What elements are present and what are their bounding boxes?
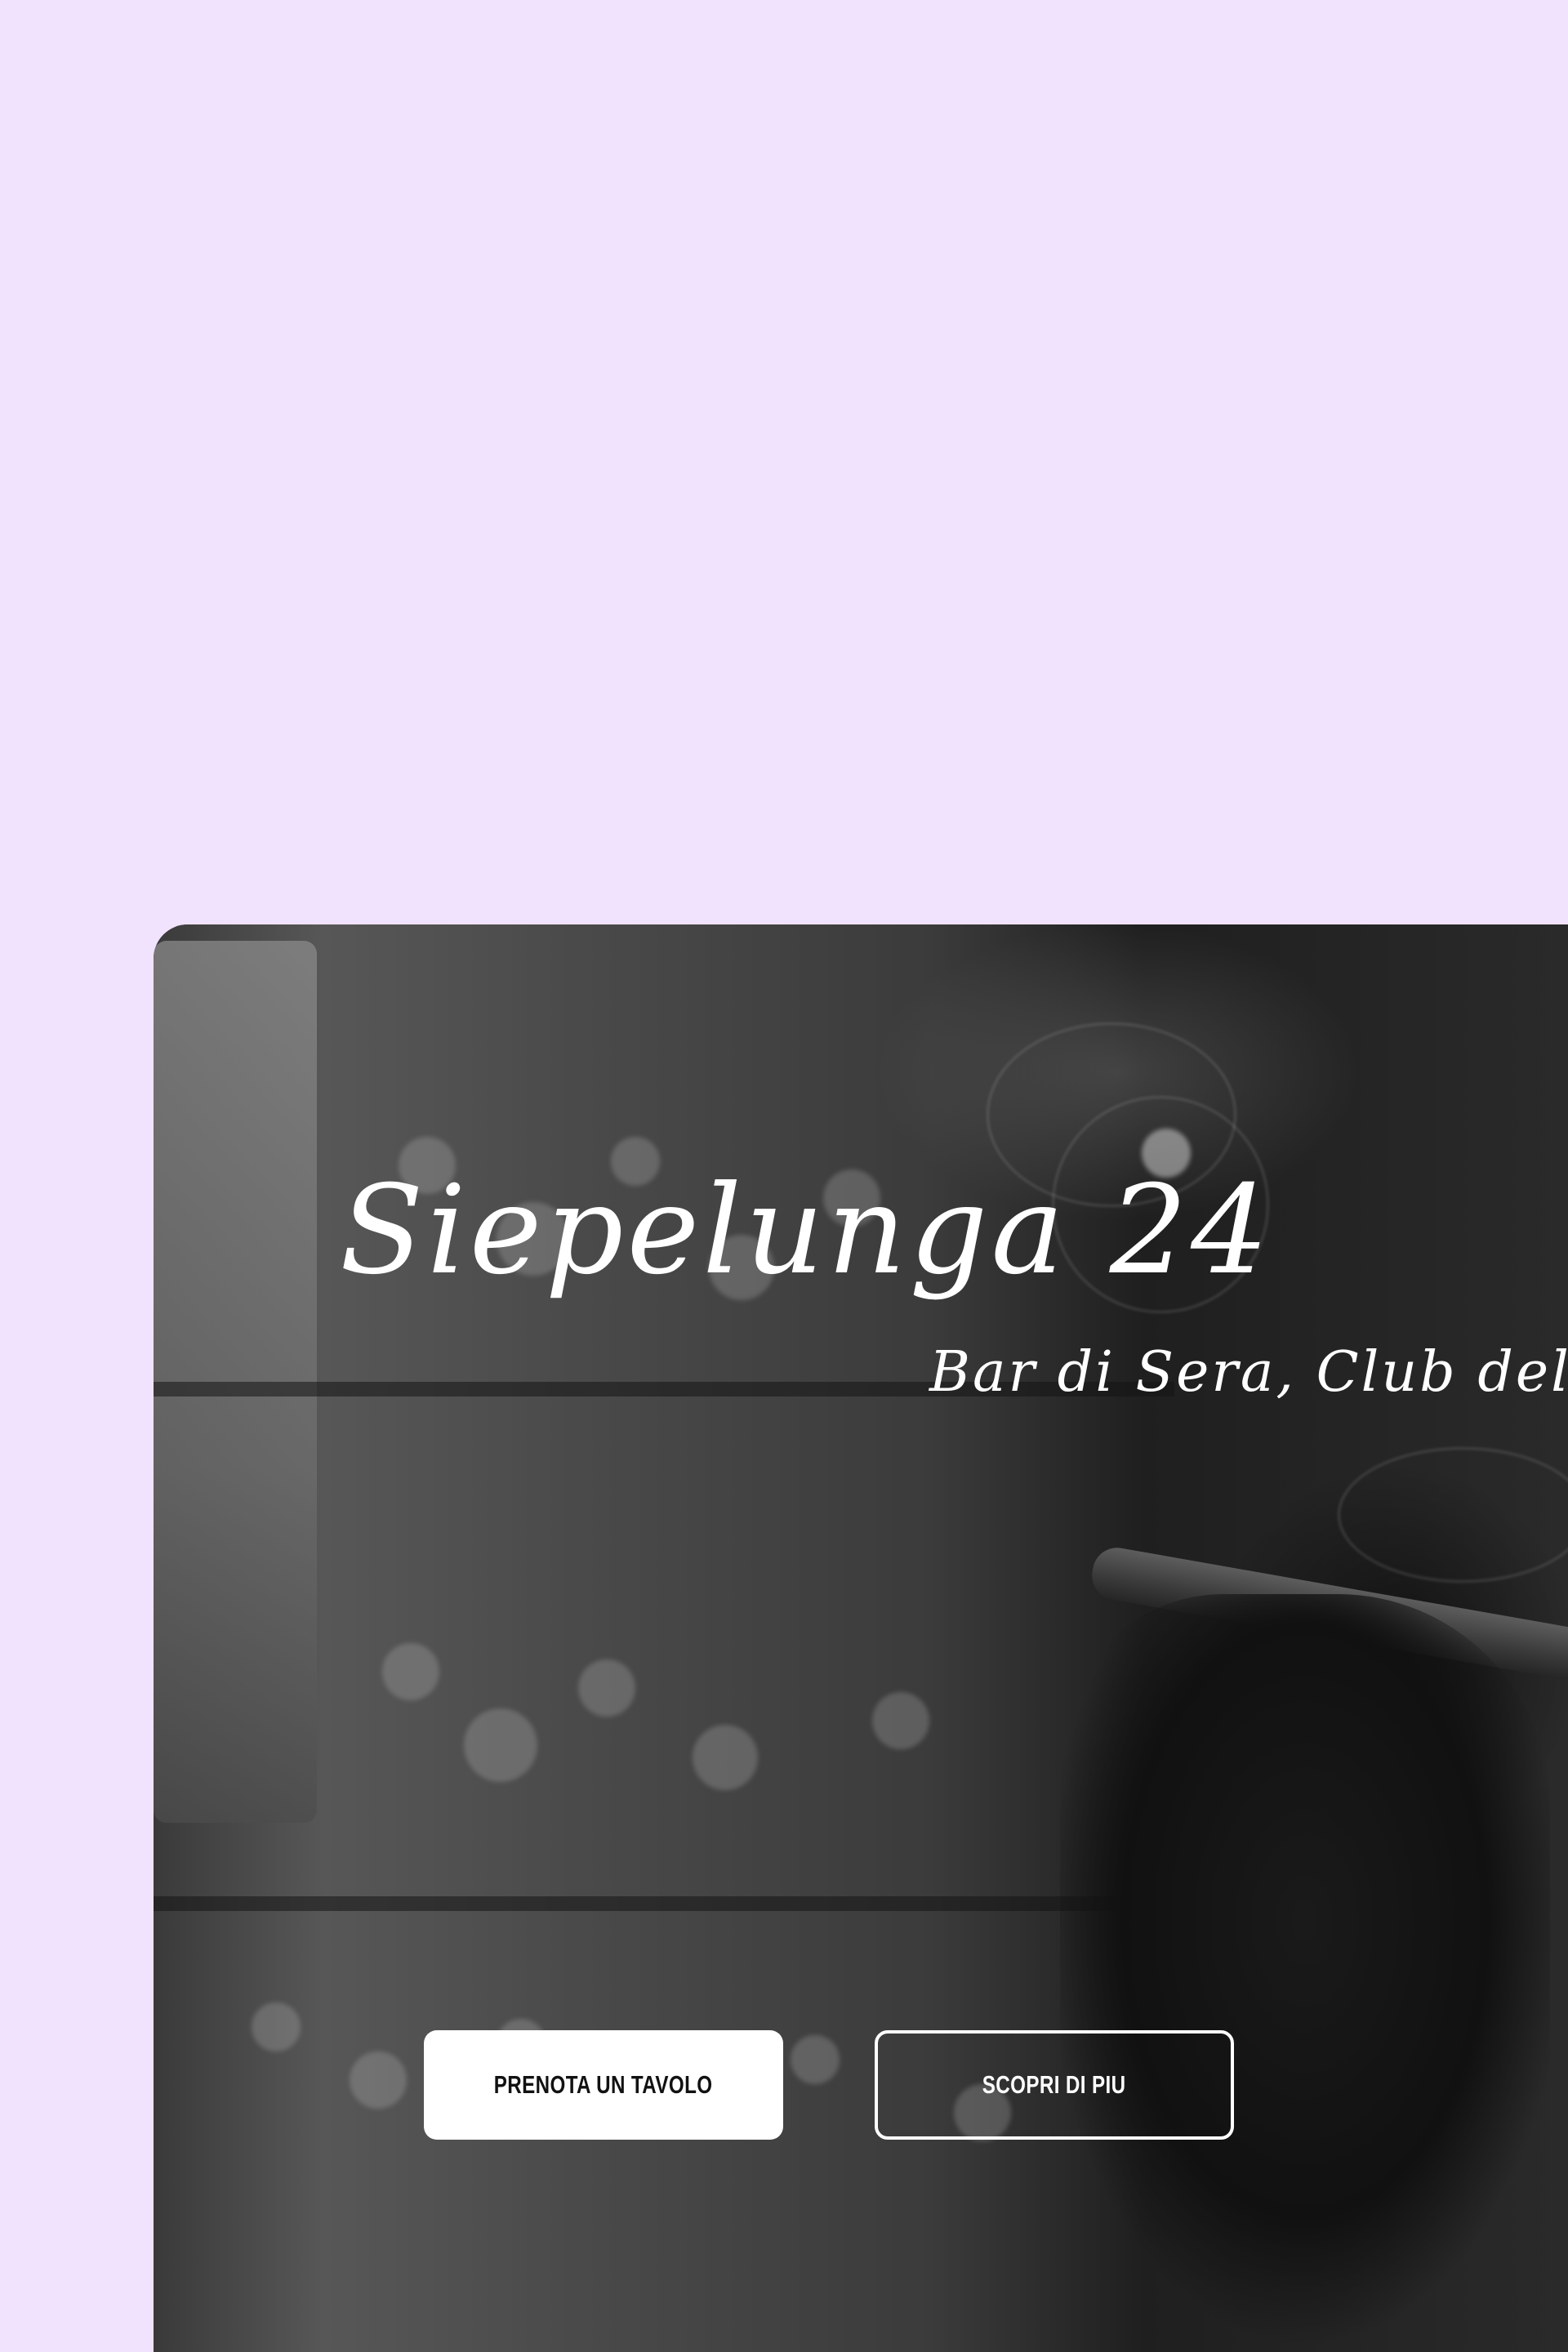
photo-bokeh [350, 2051, 407, 2109]
book-table-button[interactable]: PRENOTA UN TAVOLO [424, 2030, 783, 2140]
book-table-button-label: PRENOTA UN TAVOLO [494, 2070, 713, 2099]
site-tagline: Bar di Sera, Club del Sigaro [929, 1340, 1568, 1405]
photo-bokeh [791, 2035, 840, 2084]
discover-more-button-label: SCOPRI DI PIU [982, 2070, 1126, 2099]
photo-bokeh [578, 1659, 635, 1717]
site-title: Siepelunga 24 [340, 1160, 1272, 1302]
discover-more-button[interactable]: SCOPRI DI PIU [875, 2030, 1234, 2140]
photo-shelf [154, 1896, 1174, 1911]
photo-bokeh [464, 1708, 537, 1782]
photo-hand [1060, 1594, 1550, 2352]
photo-bokeh [252, 2002, 301, 2051]
photo-bokeh [382, 1643, 439, 1700]
hero-background-photo [154, 924, 1568, 2352]
photo-bokeh [872, 1692, 929, 1749]
photo-bokeh [693, 1725, 758, 1790]
photo-smoke [1338, 1447, 1568, 1583]
hero-section: Siepelunga 24 Bar di Sera, Club del Siga… [154, 924, 1568, 2352]
